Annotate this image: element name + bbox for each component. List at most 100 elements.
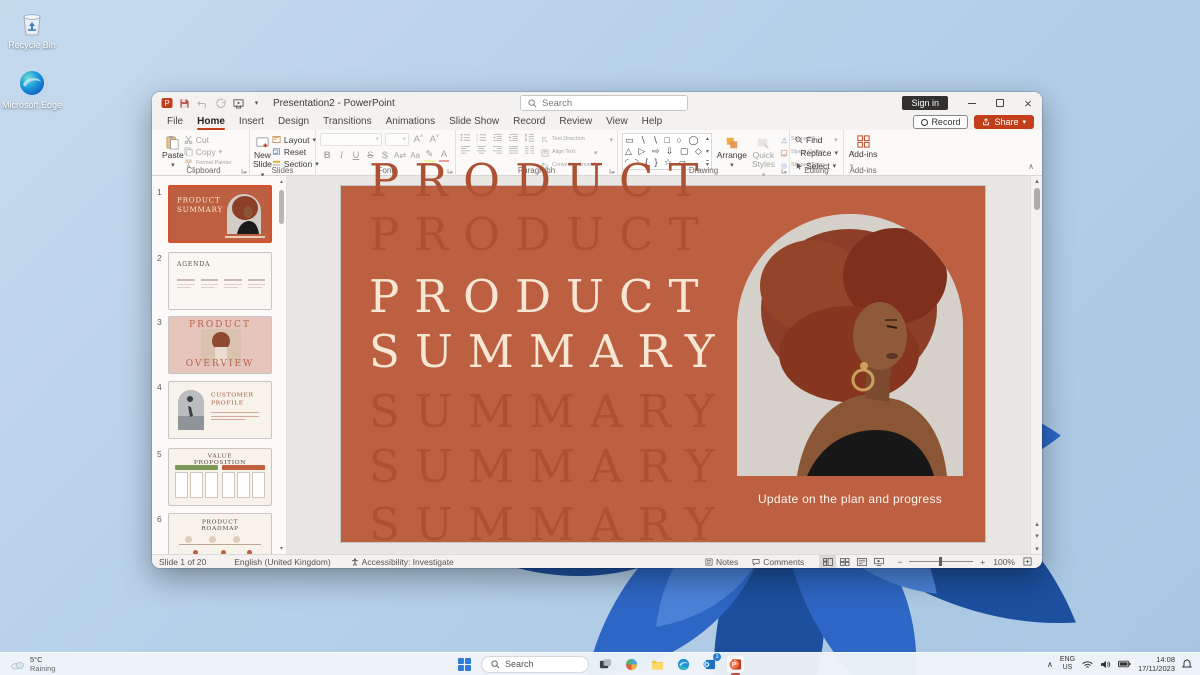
drawing-dialog-launcher[interactable] bbox=[781, 168, 787, 174]
addins-button[interactable]: Add-ins bbox=[844, 130, 882, 159]
accessibility-status[interactable]: Accessibility: Investigate bbox=[344, 557, 461, 567]
task-view-button[interactable] bbox=[596, 655, 615, 674]
decrease-indent-icon[interactable] bbox=[492, 133, 503, 142]
minimize-button[interactable] bbox=[958, 92, 986, 114]
edge-button[interactable] bbox=[674, 655, 693, 674]
tab-view[interactable]: View bbox=[599, 115, 635, 129]
start-button[interactable] bbox=[455, 655, 474, 674]
language-indicator[interactable]: English (United Kingdom) bbox=[227, 557, 337, 567]
next-slide-icon[interactable]: ▾ bbox=[1031, 532, 1042, 540]
powerpoint-taskbar-button[interactable]: P bbox=[726, 655, 745, 674]
align-right-icon[interactable] bbox=[492, 145, 503, 154]
tab-record[interactable]: Record bbox=[506, 115, 552, 129]
reset-button[interactable]: Reset bbox=[272, 146, 319, 157]
zoom-in-button[interactable]: + bbox=[978, 557, 989, 567]
cut-button[interactable]: Cut bbox=[184, 134, 256, 145]
record-button[interactable]: Record bbox=[913, 115, 968, 129]
shapes-up-icon[interactable]: ▴ bbox=[706, 135, 709, 142]
slide-indicator[interactable]: Slide 1 of 20 bbox=[152, 557, 213, 567]
font-size-combo[interactable] bbox=[385, 133, 409, 146]
italic-button[interactable]: I bbox=[336, 151, 346, 161]
copy-button[interactable]: Copy ▾ bbox=[184, 146, 256, 157]
start-slideshow-icon[interactable] bbox=[232, 97, 245, 110]
language-switcher[interactable]: ENG US bbox=[1060, 656, 1075, 672]
normal-view-button[interactable] bbox=[819, 555, 836, 568]
tab-home[interactable]: Home bbox=[190, 115, 232, 129]
clipboard-dialog-launcher[interactable] bbox=[241, 168, 247, 174]
scroll-up-icon[interactable]: ▴ bbox=[278, 178, 285, 185]
scroll-up-icon[interactable]: ▴ bbox=[1031, 177, 1042, 185]
sign-in-button[interactable]: Sign in bbox=[902, 96, 948, 110]
zoom-slider-thumb[interactable] bbox=[939, 557, 942, 566]
customize-qat-icon[interactable]: ▾ bbox=[250, 97, 263, 110]
line-spacing-icon[interactable] bbox=[524, 133, 535, 142]
thumbnail-slide-3[interactable]: PRODUCT OVERVIEW bbox=[168, 316, 272, 374]
slide-photo[interactable] bbox=[737, 214, 963, 476]
taskbar-search[interactable]: Search bbox=[481, 656, 589, 673]
tab-help[interactable]: Help bbox=[635, 115, 670, 129]
collapse-ribbon-icon[interactable]: ∧ bbox=[1028, 162, 1034, 171]
slideshow-view-button[interactable] bbox=[870, 555, 887, 568]
zoom-level[interactable]: 100% bbox=[989, 557, 1019, 567]
find-button[interactable]: Find bbox=[795, 134, 838, 145]
close-button[interactable]: × bbox=[1014, 92, 1042, 114]
tab-transitions[interactable]: Transitions bbox=[316, 115, 379, 129]
tab-design[interactable]: Design bbox=[271, 115, 316, 129]
save-icon[interactable] bbox=[178, 97, 191, 110]
network-icon[interactable] bbox=[1082, 660, 1093, 669]
undo-icon[interactable] bbox=[196, 97, 209, 110]
comments-toggle[interactable]: Comments bbox=[745, 557, 811, 567]
decrease-font-icon[interactable]: A˅ bbox=[428, 134, 441, 145]
slide-sorter-view-button[interactable] bbox=[836, 555, 853, 568]
scroll-down-icon[interactable]: ▾ bbox=[278, 545, 285, 552]
paste-button[interactable]: Paste ▾ bbox=[162, 132, 184, 169]
title-search-box[interactable]: Search bbox=[520, 95, 688, 111]
weather-widget[interactable]: 5°C Raining bbox=[10, 653, 55, 675]
thumbnail-slide-1[interactable]: PRODUCT SUMMARY bbox=[168, 185, 272, 243]
justify-icon[interactable] bbox=[508, 145, 519, 154]
tab-animations[interactable]: Animations bbox=[379, 115, 442, 129]
scrollbar-thumb[interactable] bbox=[279, 190, 284, 224]
previous-slide-icon[interactable]: ▴ bbox=[1031, 520, 1042, 528]
widgets-button[interactable] bbox=[622, 655, 641, 674]
thumbnail-slide-2[interactable]: AGENDA bbox=[168, 252, 272, 310]
align-center-icon[interactable] bbox=[476, 145, 487, 154]
tab-slide-show[interactable]: Slide Show bbox=[442, 115, 506, 129]
replace-button[interactable]: Replace▾ bbox=[795, 147, 838, 158]
layout-button[interactable]: Layout▾ bbox=[272, 134, 319, 145]
underline-button[interactable]: U bbox=[351, 150, 361, 161]
outlook-button[interactable]: 1 bbox=[700, 655, 719, 674]
thumbnail-scrollbar[interactable]: ▴ ▾ bbox=[278, 178, 285, 552]
thumbnail-slide-4[interactable]: CUSTOMER PROFILE bbox=[168, 381, 272, 439]
desktop-icon-edge[interactable]: Microsoft Edge bbox=[0, 68, 64, 110]
scroll-down-icon[interactable]: ▾ bbox=[1031, 545, 1042, 553]
columns-icon[interactable] bbox=[524, 145, 535, 154]
numbering-icon[interactable]: 123 bbox=[476, 133, 487, 142]
slide-subtitle[interactable]: Update on the plan and progress bbox=[737, 492, 963, 506]
bold-button[interactable]: B bbox=[322, 150, 332, 161]
arrange-button[interactable]: Arrange ▾ bbox=[717, 133, 747, 169]
slide-canvas[interactable]: PRODUCT PRODUCT PRODUCT SUMMARY SUMMARY … bbox=[341, 186, 985, 542]
notification-bell-icon[interactable] bbox=[1182, 659, 1192, 669]
scrollbar-thumb[interactable] bbox=[1034, 188, 1040, 210]
redo-icon[interactable] bbox=[214, 97, 227, 110]
clock[interactable]: 14:08 17/11/2023 bbox=[1138, 655, 1175, 674]
tab-file[interactable]: File bbox=[160, 115, 190, 129]
fit-to-window-button[interactable] bbox=[1019, 555, 1036, 568]
volume-icon[interactable] bbox=[1100, 660, 1111, 669]
thumbnail-slide-5[interactable]: VALUE PROPOSITION bbox=[168, 448, 272, 506]
zoom-slider[interactable] bbox=[909, 561, 973, 562]
tab-insert[interactable]: Insert bbox=[232, 115, 271, 129]
increase-font-icon[interactable]: A˄ bbox=[412, 134, 425, 145]
thumbnail-slide-6[interactable]: PRODUCT ROADMAP bbox=[168, 513, 272, 554]
bullets-icon[interactable] bbox=[460, 133, 471, 142]
desktop-icon-recycle-bin[interactable]: Recycle Bin bbox=[0, 8, 64, 50]
battery-icon[interactable] bbox=[1118, 660, 1131, 668]
editor-scrollbar[interactable]: ▴ ▴ ▾ ▾ bbox=[1030, 176, 1042, 554]
notes-toggle[interactable]: Notes bbox=[698, 557, 745, 567]
increase-indent-icon[interactable] bbox=[508, 133, 519, 142]
reading-view-button[interactable] bbox=[853, 555, 870, 568]
powerpoint-app-icon[interactable]: P bbox=[160, 97, 173, 110]
tray-expand-icon[interactable]: ∧ bbox=[1047, 660, 1053, 669]
align-left-icon[interactable] bbox=[460, 145, 471, 154]
